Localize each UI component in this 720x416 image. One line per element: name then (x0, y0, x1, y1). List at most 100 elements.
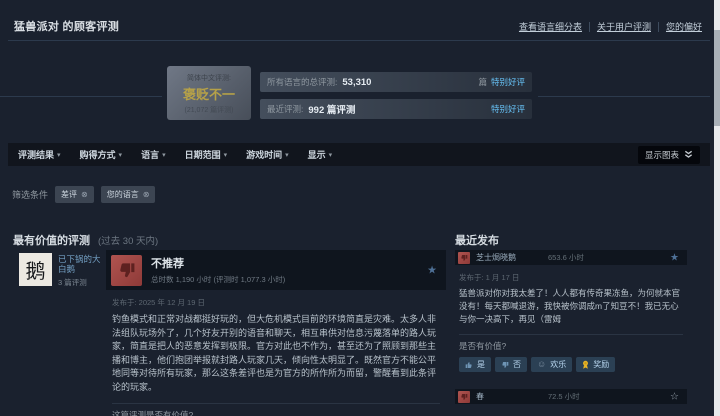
review-card-most-helpful: 不推荐 总时数 1,190 小时 (评测时 1,077.3 小时) ★ 发布于:… (106, 250, 446, 416)
star-icon[interactable]: ★ (427, 264, 437, 277)
filter-menu-date-range[interactable]: 日期范围 ▾ (185, 148, 228, 161)
filter-tag-label: 差评 (61, 189, 77, 200)
award-icon (582, 360, 589, 370)
caret-down-icon: ▾ (285, 151, 289, 159)
filters-label: 筛选条件 (12, 188, 48, 201)
thumbs-down-icon (501, 361, 509, 369)
review-header: 芝士焗晓鹅 653.6 小时 ★ (455, 250, 687, 265)
not-recommended-icon (458, 391, 470, 403)
filter-tag-label: 您的语言 (107, 189, 139, 200)
all-reviews-unit: 篇 (478, 76, 487, 88)
author-review-count: 3 篇评测 (58, 277, 105, 288)
filter-menu-language[interactable]: 语言 ▾ (141, 148, 166, 161)
star-icon[interactable]: ★ (670, 252, 679, 263)
not-recommended-icon (111, 255, 142, 286)
language-card-label: 简体中文评测: (167, 73, 251, 83)
review-header: 春 72.5 小时 ☆ (455, 389, 687, 404)
header-divider (8, 40, 710, 41)
filter-menu-label: 日期范围 (185, 148, 221, 161)
filter-menu-review-type[interactable]: 评测结果 ▾ (18, 148, 61, 161)
filter-tag-your-language[interactable]: 您的语言 ⊗ (101, 186, 156, 203)
vote-yes-label: 是 (477, 359, 485, 370)
vote-award-button[interactable]: 奖励 (576, 357, 615, 372)
recent-reviews-label: 最近评测: (267, 103, 303, 115)
recent-reviews-count: 992 篇评测 (308, 102, 355, 116)
vote-no-button[interactable]: 否 (495, 357, 527, 372)
star-outline-icon[interactable]: ☆ (670, 391, 679, 402)
filter-menu-label: 评测结果 (18, 148, 54, 161)
review-header: 不推荐 总时数 1,190 小时 (评测时 1,077.3 小时) ★ (106, 250, 446, 290)
scrollbar-thumb[interactable] (714, 30, 720, 126)
smiley-icon: ☺ (537, 360, 546, 369)
vote-buttons: 是 否 ☺ 欢乐 奖励 (459, 357, 687, 372)
review-body: 钓鱼模式和正常对战都挺好玩的，但大危机模式目前的环境简直是灾难。太多人非法组队玩… (112, 313, 440, 394)
avatar[interactable]: 鹅 (19, 253, 52, 286)
scrollbar-track[interactable] (714, 0, 720, 416)
active-filters-row: 筛选条件 差评 ⊗ 您的语言 ⊗ (12, 186, 155, 203)
most-helpful-section-title: 最有价值的评测 (过去 30 天内) (13, 232, 158, 248)
filter-menu-playtime[interactable]: 游戏时间 ▾ (246, 148, 289, 161)
recent-reviews-rating-link[interactable]: 特别好评 (491, 103, 525, 115)
caret-down-icon: ▾ (224, 151, 228, 159)
page-title: 猛兽派对 的顾客评测 (14, 18, 119, 34)
all-reviews-count: 53,310 (342, 77, 371, 88)
language-card-verdict: 褒贬不一 (167, 84, 251, 103)
section-title-text: 最近发布 (455, 235, 499, 247)
link-language-breakdown[interactable]: 查看语言细分表 (519, 20, 582, 33)
section-divider-left (0, 96, 162, 97)
helpful-prompt: 是否有价值? (459, 340, 687, 352)
caret-down-icon: ▾ (119, 151, 123, 159)
show-graph-button[interactable]: 显示图表 (638, 146, 700, 164)
review-posted-date: 发布于: 2025 年 12 月 19 日 (112, 297, 446, 308)
page-header: 猛兽派对 的顾客评测 查看语言细分表 关于用户评测 您的偏好 (14, 18, 702, 34)
thumbs-up-icon (465, 361, 473, 369)
all-reviews-summary-row: 所有语言的总评测: 53,310 篇 特别好评 (260, 72, 532, 92)
filter-menu-label: 显示 (308, 148, 326, 161)
filter-menu-purchase-type[interactable]: 购得方式 ▾ (80, 148, 123, 161)
vote-no-label: 否 (513, 359, 521, 370)
caret-down-icon: ▾ (57, 151, 61, 159)
language-card-count: (21,072 篇评测) (167, 105, 251, 115)
review-verdict: 不推荐 (151, 255, 285, 271)
review-author-block: 鹅 已下锅的大白鹅 3 篇评测 (19, 253, 105, 288)
recent-reviews-summary-row: 最近评测: 992 篇评测 特别好评 (260, 99, 532, 119)
caret-down-icon: ▾ (162, 151, 166, 159)
filter-tag-negative[interactable]: 差评 ⊗ (55, 186, 94, 203)
header-links: 查看语言细分表 关于用户评测 您的偏好 (519, 20, 702, 33)
vote-award-label: 奖励 (593, 359, 609, 370)
close-icon[interactable]: ⊗ (81, 190, 88, 199)
author-name-link[interactable]: 芝士焗晓鹅 (476, 252, 516, 263)
review-hours: 653.6 小时 (548, 252, 584, 263)
vote-yes-button[interactable]: 是 (459, 357, 491, 372)
filter-menu-label: 购得方式 (80, 148, 116, 161)
all-reviews-label: 所有语言的总评测: (267, 76, 337, 88)
filter-menu-bar: 评测结果 ▾ 购得方式 ▾ 语言 ▾ 日期范围 ▾ 游戏时间 ▾ 显示 ▾ 显示… (8, 143, 710, 166)
not-recommended-icon (458, 252, 470, 264)
review-hours: 总时数 1,190 小时 (评测时 1,077.3 小时) (151, 274, 285, 285)
double-chevron-down-icon (684, 150, 693, 159)
caret-down-icon: ▾ (329, 151, 333, 159)
filter-menu-label: 游戏时间 (246, 148, 282, 161)
link-about-reviews[interactable]: 关于用户评测 (597, 20, 651, 33)
link-separator (589, 22, 590, 32)
vote-funny-label: 欢乐 (550, 359, 566, 370)
review-divider (112, 403, 440, 404)
author-name-link[interactable]: 已下锅的大白鹅 (58, 254, 105, 274)
close-icon[interactable]: ⊗ (143, 190, 150, 199)
author-name-link[interactable]: 春 (476, 391, 484, 402)
filter-menu-display[interactable]: 显示 ▾ (308, 148, 333, 161)
section-divider-right (538, 96, 710, 97)
all-reviews-rating-link[interactable]: 特别好评 (491, 76, 525, 88)
show-graph-label: 显示图表 (645, 149, 679, 161)
review-card-recent-2: 春 72.5 小时 ☆ (455, 389, 687, 404)
review-hours: 72.5 小时 (548, 391, 580, 402)
section-title-text: 最有价值的评测 (13, 235, 90, 247)
section-subtitle: (过去 30 天内) (98, 236, 158, 247)
steam-reviews-page: 猛兽派对 的顾客评测 查看语言细分表 关于用户评测 您的偏好 简体中文评测: 褒… (0, 0, 720, 416)
link-your-preferences[interactable]: 您的偏好 (666, 20, 702, 33)
review-card-recent-1: 芝士焗晓鹅 653.6 小时 ★ 发布于: 1 月 17 日 猛兽派对你对我太差… (455, 250, 687, 372)
review-posted-date: 发布于: 1 月 17 日 (459, 272, 687, 283)
recently-posted-section-title: 最近发布 (455, 232, 499, 248)
helpful-prompt: 这篇评测是否有价值? (112, 409, 446, 416)
vote-funny-button[interactable]: ☺ 欢乐 (531, 357, 572, 372)
